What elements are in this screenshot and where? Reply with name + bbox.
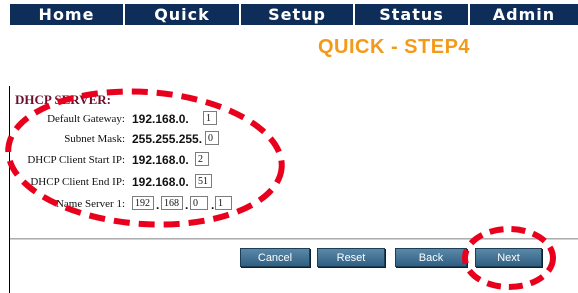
default-gateway-label: Default Gateway:	[47, 113, 125, 125]
subnet-mask-row: Subnet Mask: 255.255.255.	[0, 130, 300, 150]
client-start-ip-label: DHCP Client Start IP:	[27, 154, 125, 166]
name-server-octet-4-input[interactable]	[215, 196, 232, 210]
nav-home[interactable]: Home	[10, 4, 123, 25]
reset-button[interactable]: Reset	[317, 248, 385, 267]
client-start-ip-prefix: 192.168.0.	[132, 153, 189, 167]
default-gateway-row: Default Gateway: 192.168.0.	[0, 110, 300, 130]
octet-separator: .	[185, 198, 189, 212]
name-server-1-row: Name Server 1: . . .	[0, 195, 300, 215]
client-end-ip-input[interactable]	[195, 174, 212, 188]
back-button[interactable]: Back	[395, 248, 467, 267]
client-end-ip-row: DHCP Client End IP: 192.168.0.	[0, 173, 300, 193]
subnet-mask-input[interactable]	[205, 131, 219, 145]
name-server-octet-1-input[interactable]	[132, 196, 154, 210]
nav-setup[interactable]: Setup	[241, 4, 353, 25]
default-gateway-input[interactable]	[203, 111, 217, 125]
dhcp-section-title: DHCP SERVER:	[15, 92, 111, 107]
octet-separator: .	[156, 198, 160, 212]
nav-status[interactable]: Status	[355, 4, 468, 25]
divider	[10, 238, 578, 240]
client-start-ip-row: DHCP Client Start IP: 192.168.0.	[0, 151, 300, 171]
client-end-ip-prefix: 192.168.0.	[132, 175, 189, 189]
client-start-ip-input[interactable]	[195, 152, 209, 166]
nav-admin[interactable]: Admin	[470, 4, 578, 25]
name-server-1-label: Name Server 1:	[55, 198, 125, 210]
top-nav: Home Quick Setup Status Admin	[0, 0, 578, 28]
nav-quick[interactable]: Quick	[125, 4, 239, 25]
subnet-mask-label: Subnet Mask:	[64, 133, 125, 145]
name-server-octet-3-input[interactable]	[190, 196, 208, 210]
page-title: QUICK - STEP4	[317, 36, 471, 58]
name-server-octet-2-input[interactable]	[161, 196, 183, 210]
next-button[interactable]: Next	[475, 248, 542, 267]
default-gateway-prefix: 192.168.0.	[132, 112, 189, 126]
client-end-ip-label: DHCP Client End IP:	[30, 176, 125, 188]
octet-separator: .	[211, 198, 215, 212]
subnet-mask-prefix: 255.255.255.	[132, 132, 203, 146]
cancel-button[interactable]: Cancel	[240, 248, 310, 267]
